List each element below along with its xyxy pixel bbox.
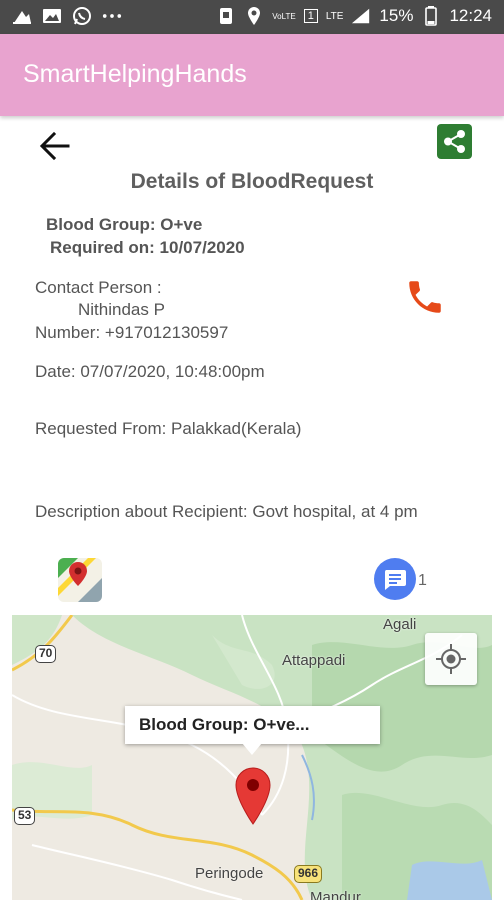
location-icon [244, 6, 264, 26]
vibrate-icon [216, 6, 236, 26]
recipient-description: Description about Recipient: Govt hospit… [35, 502, 418, 521]
info-window-tail [242, 743, 262, 755]
my-location-button[interactable] [425, 633, 477, 685]
status-right-icons: VoLTE 1 LTE 15% 12:24 [216, 6, 492, 26]
map-marker[interactable] [234, 766, 272, 826]
requested-from: Requested From: Palakkad(Kerala) [35, 419, 302, 438]
map-label-peringode: Peringode [195, 865, 264, 882]
map-tiles [12, 615, 492, 900]
status-left-icons [12, 6, 122, 26]
map-label-mandur: Mandur [310, 889, 361, 900]
required-on-label: Required on: 10/07/2020 [50, 238, 245, 257]
contact-number: Number: +917012130597 [35, 323, 229, 342]
route-shield-53: 53 [14, 807, 36, 825]
comment-count: 1 [418, 572, 427, 589]
more-icon [102, 6, 122, 26]
map-label-attappadi: Attappadi [282, 652, 346, 669]
map-view[interactable]: Agali Attappadi Peringode Mandur 70 53 9… [12, 615, 492, 900]
sim-indicator: 1 [303, 9, 318, 23]
contact-person-name: Nithindas P [78, 300, 165, 319]
notification-icon [12, 6, 32, 26]
contact-person-label: Contact Person : [35, 278, 162, 297]
comments-button[interactable] [374, 558, 416, 600]
google-maps-icon [58, 558, 102, 602]
chat-icon [384, 570, 406, 590]
back-button[interactable] [36, 128, 74, 164]
open-maps-button[interactable] [58, 558, 102, 602]
volte-indicator: VoLTE [272, 11, 296, 21]
crosshair-icon [436, 644, 466, 674]
share-button[interactable] [437, 124, 472, 159]
status-bar: VoLTE 1 LTE 15% 12:24 [0, 0, 504, 34]
blood-group-label: Blood Group: O+ve [46, 215, 203, 234]
whatsapp-icon [72, 6, 92, 26]
battery-icon [421, 6, 441, 26]
arrow-back-icon [39, 131, 70, 161]
route-shield-70: 70 [35, 645, 57, 663]
gallery-icon [42, 6, 62, 26]
app-bar: SmartHelpingHands [0, 34, 504, 116]
map-label-agali: Agali [383, 616, 417, 633]
request-date: Date: 07/07/2020, 10:48:00pm [35, 362, 265, 381]
call-button[interactable] [404, 276, 446, 318]
marker-info-window[interactable]: Blood Group: O+ve... [125, 706, 380, 744]
signal-icon [351, 6, 371, 26]
route-shield-966: 966 [294, 865, 323, 883]
share-icon [444, 130, 465, 153]
map-pin-icon [235, 767, 271, 825]
page-title: Details of BloodRequest [130, 170, 374, 193]
clock: 12:24 [449, 6, 492, 25]
phone-icon [409, 281, 441, 313]
app-title: SmartHelpingHands [23, 60, 247, 88]
network-type: LTE [325, 10, 344, 22]
battery-percent: 15% [379, 6, 414, 25]
